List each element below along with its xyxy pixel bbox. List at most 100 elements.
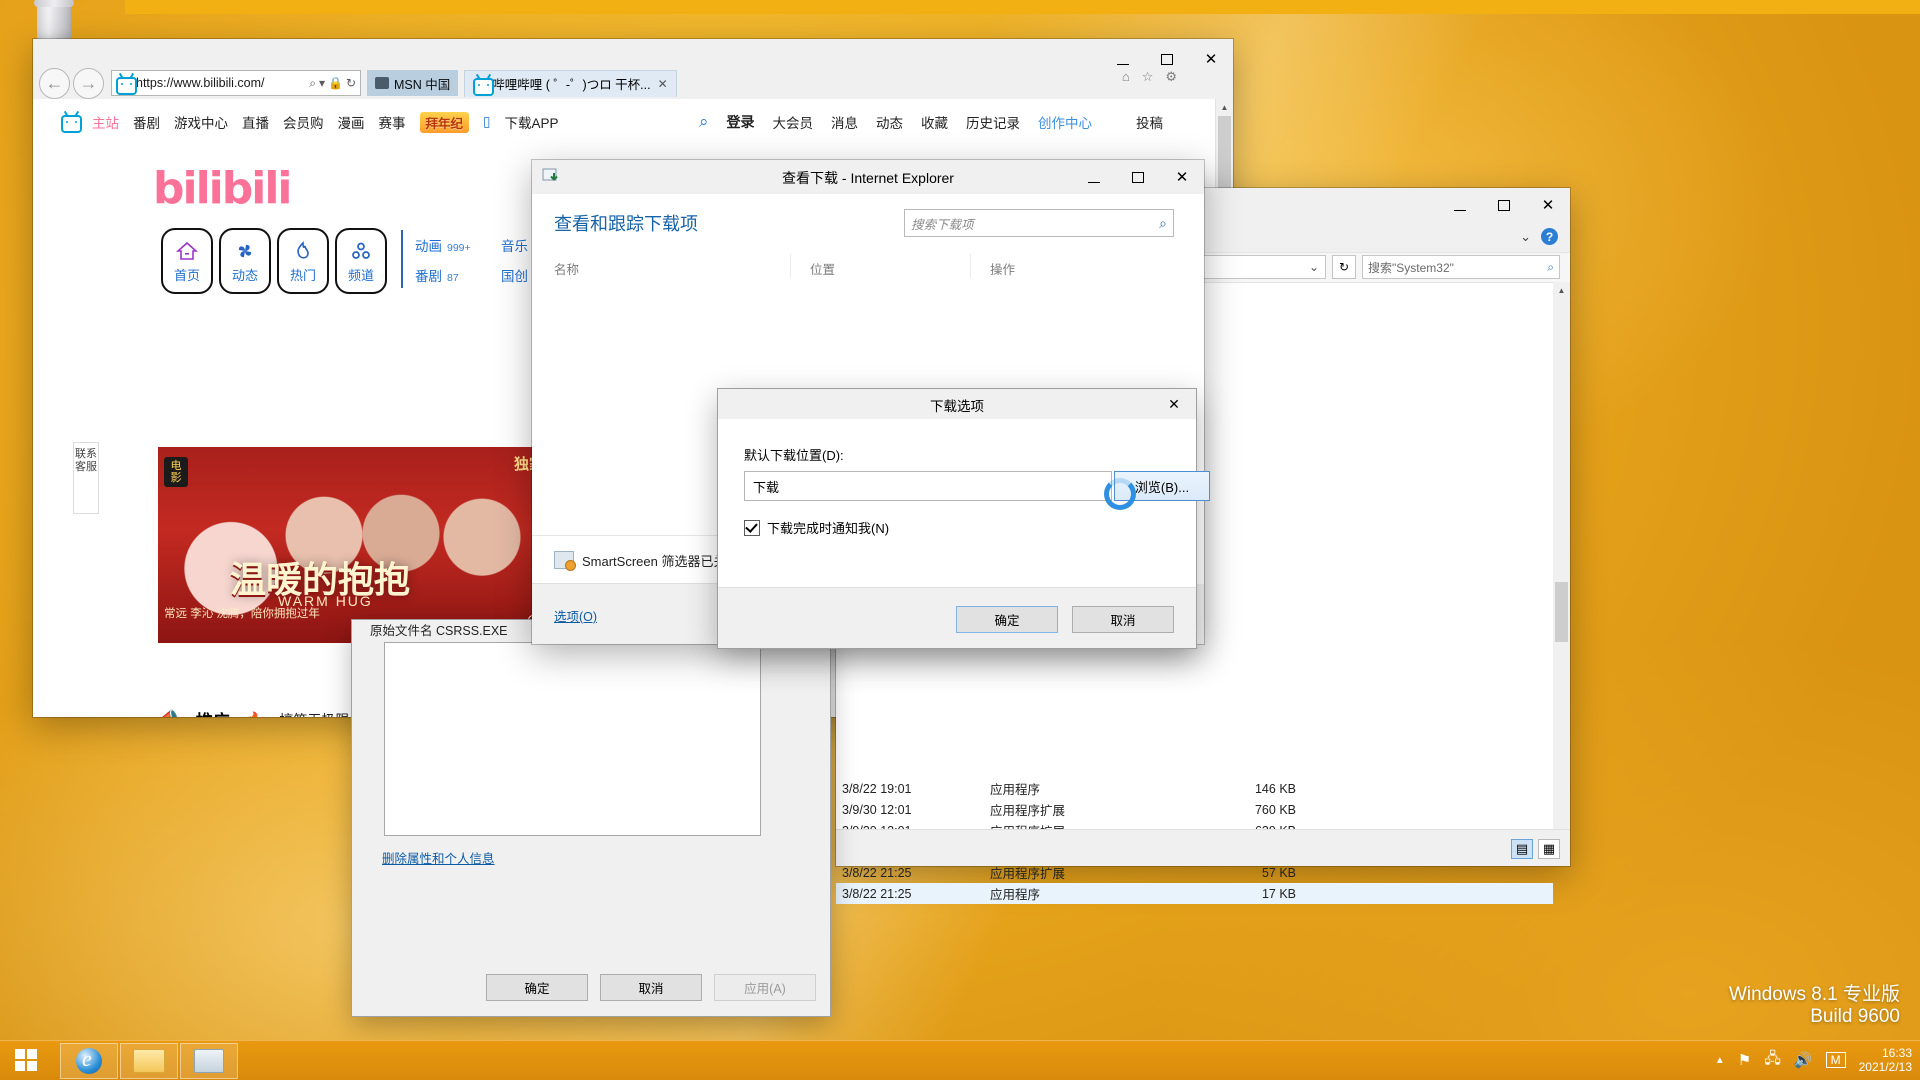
nav-item-download-app[interactable]: 下载APP	[504, 112, 558, 132]
nav-item-creator[interactable]: 创作中心	[1038, 112, 1092, 132]
category-button-feed[interactable]: 动态	[219, 228, 271, 294]
gear-icon[interactable]: ⚙	[1165, 69, 1177, 85]
show-hidden-icons-button[interactable]: ▲	[1715, 1055, 1725, 1066]
explorer-close-button[interactable]: ✕	[1526, 188, 1570, 222]
start-button[interactable]	[2, 1042, 50, 1078]
chevron-down-icon[interactable]: ⌄	[1520, 229, 1531, 245]
apply-button[interactable]: 应用(A)	[714, 974, 816, 1001]
scroll-thumb[interactable]	[1555, 582, 1568, 642]
properties-list-box[interactable]	[384, 642, 761, 836]
default-location-input[interactable]: 下载	[744, 471, 1112, 501]
nav-item-main[interactable]: 主站	[92, 112, 119, 132]
downloads-maximize-button[interactable]	[1116, 160, 1160, 194]
explorer-minimize-button[interactable]	[1438, 188, 1482, 222]
downloads-window-controls[interactable]: ✕	[1072, 160, 1204, 194]
bilibili-primary-nav[interactable]: 主站 番剧 游戏中心 直播 会员购 漫画 赛事 拜年纪 ▯ 下载APP	[61, 111, 558, 133]
search-input[interactable]: 搜索"System32" ⌕	[1362, 255, 1560, 279]
notify-checkbox-row[interactable]: 下载完成时通知我(N)	[744, 518, 889, 537]
explorer-scrollbar[interactable]: ▲	[1553, 282, 1570, 830]
nav-item-history[interactable]: 历史记录	[966, 112, 1020, 132]
taskbar[interactable]: ▲ ⚑ 🖧 🔊 M 16:33 2021/2/13	[0, 1040, 1920, 1080]
nav-item-live[interactable]: 直播	[242, 112, 269, 132]
remove-properties-link[interactable]: 删除属性和个人信息	[382, 848, 495, 867]
carousel-banner[interactable]: 电影 独家热 温暖的抱抱 WARM HUG 常远 李沁 沈腾，陪你拥抱过年 bi…	[158, 447, 563, 643]
chevron-down-icon[interactable]: ▾	[319, 76, 325, 90]
search-icon[interactable]: ⌕	[1159, 215, 1167, 232]
explorer-window-controls[interactable]: ✕	[1438, 188, 1570, 222]
taskbar-item-internet-explorer[interactable]	[60, 1043, 118, 1079]
search-icon[interactable]: ⌕	[1547, 260, 1554, 275]
chevron-down-icon[interactable]: ⌄	[1309, 260, 1319, 274]
ime-indicator[interactable]: M	[1825, 1052, 1846, 1068]
refresh-button[interactable]: ↻	[1332, 255, 1356, 279]
ribbon-right-controls[interactable]: ⌄ ?	[1520, 228, 1558, 245]
table-row[interactable]: 3/8/22 19:01 应用程序 146 KB	[836, 778, 1553, 799]
tab-msn[interactable]: MSN 中国	[367, 70, 459, 96]
search-icon[interactable]: ⌕	[309, 76, 316, 91]
newyear-badge[interactable]: 拜年纪	[419, 111, 470, 133]
nav-item-game[interactable]: 游戏中心	[174, 112, 228, 132]
download-options-dialog[interactable]: 下载选项 ✕ 默认下载位置(D): 下载 浏览(B)... 下载完成时通知我(N…	[718, 389, 1210, 648]
action-center-flag-icon[interactable]: ⚑	[1738, 1051, 1751, 1069]
taskbar-item-resource-monitor[interactable]	[180, 1043, 238, 1079]
table-row[interactable]: 3/8/22 21:25 应用程序 17 KB	[836, 883, 1553, 904]
scroll-up-arrow[interactable]: ▲	[1216, 99, 1233, 116]
category-link-bangumi[interactable]: 番剧 87	[415, 265, 501, 285]
close-icon[interactable]: ✕	[658, 77, 668, 91]
ie-command-bar[interactable]: ⌂ ☆ ⚙	[1122, 69, 1177, 85]
category-button-hot[interactable]: 热门	[277, 228, 329, 294]
help-icon[interactable]: ?	[1541, 228, 1558, 245]
downloads-close-button[interactable]: ✕	[1160, 160, 1204, 194]
nav-item-upload[interactable]: 投稿	[1136, 112, 1163, 132]
nav-item-match[interactable]: 赛事	[379, 112, 406, 132]
scroll-up-arrow[interactable]: ▲	[1553, 282, 1570, 299]
category-button-home[interactable]: 首页	[161, 228, 213, 294]
forward-button[interactable]: →	[73, 67, 104, 99]
nav-item-shop[interactable]: 会员购	[283, 112, 324, 132]
large-icons-view-button[interactable]: ▦	[1538, 839, 1560, 859]
ie-titlebar[interactable]: ✕ ← → https://www.bilibili.com/ ⌕ ▾ 🔒 ↻ …	[33, 39, 1233, 99]
options-close-button[interactable]: ✕	[1152, 389, 1196, 419]
options-link[interactable]: 选项(O)	[554, 606, 597, 625]
tab-bilibili[interactable]: 哔哩哔哩 ( ゜-゜)つロ 干杯... ✕	[464, 69, 677, 97]
clock[interactable]: 16:33 2021/2/13	[1859, 1046, 1912, 1074]
table-row[interactable]: 3/9/30 12:01 应用程序扩展 760 KB	[836, 799, 1553, 820]
explorer-maximize-button[interactable]	[1482, 188, 1526, 222]
cancel-button[interactable]: 取消	[600, 974, 702, 1001]
category-button-channel[interactable]: 频道	[335, 228, 387, 294]
bilibili-secondary-nav[interactable]: ⌕ 登录 大会员 消息 动态 收藏 历史记录 创作中心 投稿	[699, 112, 1233, 132]
nav-item-messages[interactable]: 消息	[831, 112, 858, 132]
nav-item-manga[interactable]: 漫画	[338, 112, 365, 132]
nav-item-bangumi[interactable]: 番剧	[133, 112, 160, 132]
file-properties-dialog[interactable]: 原始文件名 CSRSS.EXE 删除属性和个人信息 确定 取消 应用(A)	[352, 620, 830, 1016]
downloads-titlebar[interactable]: 查看下载 - Internet Explorer ✕	[532, 160, 1204, 195]
options-titlebar[interactable]: 下载选项 ✕	[718, 389, 1196, 420]
details-view-button[interactable]: ▤	[1511, 839, 1533, 859]
options-ok-button[interactable]: 确定	[956, 606, 1058, 633]
contact-service-tab[interactable]: 联系客服	[73, 442, 99, 514]
category-label: 首页	[173, 268, 200, 283]
nav-item-favorites[interactable]: 收藏	[921, 112, 948, 132]
view-mode-buttons[interactable]: ▤ ▦	[1511, 839, 1560, 859]
downloads-minimize-button[interactable]	[1072, 160, 1116, 194]
downloads-search-input[interactable]: 搜索下载项 ⌕	[904, 209, 1174, 237]
volume-icon[interactable]: 🔊	[1794, 1051, 1813, 1069]
back-button[interactable]: ←	[39, 67, 70, 99]
favorites-icon[interactable]: ☆	[1142, 69, 1154, 85]
nav-item-feed[interactable]: 动态	[876, 112, 903, 132]
address-bar[interactable]: https://www.bilibili.com/ ⌕ ▾ 🔒 ↻	[111, 70, 361, 96]
ie-navigation-bar[interactable]: ← → https://www.bilibili.com/ ⌕ ▾ 🔒 ↻ MS…	[33, 67, 1233, 99]
promo-link-1[interactable]: 搞笑无极限	[279, 710, 349, 718]
login-button[interactable]: 登录	[727, 112, 755, 132]
nav-item-vip[interactable]: 大会员	[773, 112, 814, 132]
system-tray[interactable]: ▲ ⚑ 🖧 🔊 M 16:33 2021/2/13	[1715, 1040, 1912, 1080]
home-icon[interactable]: ⌂	[1122, 69, 1130, 85]
refresh-icon[interactable]: ↻	[346, 76, 356, 90]
taskbar-item-file-explorer[interactable]	[120, 1043, 178, 1079]
network-icon[interactable]: 🖧	[1764, 1048, 1781, 1073]
category-link-anime[interactable]: 动画 999+	[415, 235, 501, 255]
options-cancel-button[interactable]: 取消	[1072, 606, 1174, 633]
notify-checkbox[interactable]	[744, 519, 760, 536]
ok-button[interactable]: 确定	[486, 974, 588, 1001]
search-icon[interactable]: ⌕	[699, 112, 709, 132]
